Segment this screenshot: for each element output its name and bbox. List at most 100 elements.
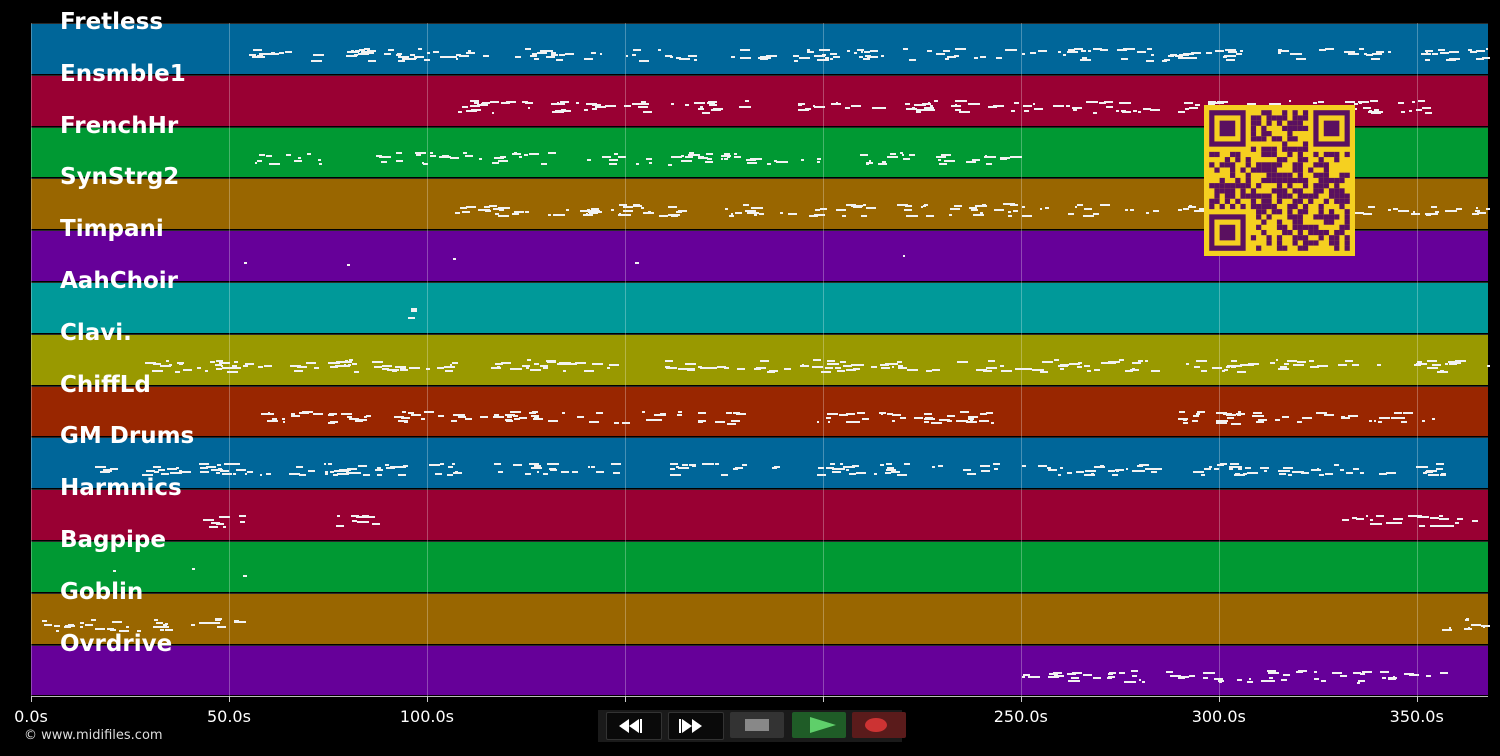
note — [458, 111, 463, 114]
note — [423, 411, 434, 414]
note — [587, 158, 591, 161]
note — [336, 515, 340, 518]
note — [513, 211, 525, 214]
note — [767, 163, 772, 166]
note — [1309, 359, 1315, 362]
note — [216, 471, 221, 474]
note — [1219, 463, 1227, 466]
note — [252, 55, 257, 58]
note — [1021, 464, 1027, 467]
note — [256, 160, 263, 163]
note — [383, 53, 391, 56]
note — [153, 625, 161, 628]
note — [611, 463, 621, 466]
note — [490, 101, 499, 104]
note — [442, 154, 450, 157]
note — [1368, 205, 1376, 208]
note — [1142, 681, 1146, 684]
note — [926, 49, 932, 52]
note — [1440, 472, 1447, 475]
time-axis — [31, 696, 1488, 697]
note — [1132, 675, 1137, 678]
note — [591, 465, 595, 468]
record-icon — [865, 718, 887, 732]
note — [714, 462, 719, 465]
note — [1223, 369, 1228, 372]
note — [1248, 363, 1260, 366]
note — [200, 470, 209, 473]
play-button[interactable] — [792, 712, 846, 738]
note — [324, 463, 327, 466]
note — [423, 162, 429, 165]
note — [1359, 48, 1365, 51]
note — [357, 520, 369, 523]
note — [430, 155, 436, 158]
note — [737, 368, 745, 371]
note — [739, 106, 748, 109]
note — [398, 473, 406, 476]
note — [645, 419, 658, 422]
note — [366, 52, 375, 54]
note — [1230, 359, 1238, 362]
note — [1416, 465, 1428, 468]
note — [1059, 367, 1064, 370]
note — [882, 161, 887, 164]
fast-forward-button[interactable] — [668, 712, 724, 740]
note — [586, 213, 589, 216]
note — [1084, 469, 1096, 472]
note — [546, 361, 557, 364]
note — [80, 621, 84, 624]
note — [56, 629, 59, 632]
note — [733, 153, 737, 156]
note — [1370, 518, 1373, 521]
note — [908, 154, 916, 157]
note — [1060, 467, 1063, 470]
note — [553, 213, 566, 216]
note — [518, 155, 523, 158]
note — [343, 364, 346, 367]
note — [1075, 471, 1085, 474]
note — [1164, 59, 1170, 62]
note — [461, 210, 470, 213]
note — [748, 211, 759, 214]
note — [1353, 672, 1362, 675]
note — [462, 106, 469, 109]
note — [726, 422, 737, 425]
note — [389, 465, 399, 468]
note — [1422, 419, 1425, 422]
note — [1186, 52, 1190, 55]
note — [352, 362, 358, 365]
note — [1316, 412, 1327, 415]
note — [1252, 414, 1264, 417]
note — [529, 55, 538, 58]
note — [864, 54, 872, 57]
note — [980, 55, 986, 58]
note — [430, 152, 433, 155]
note — [1362, 671, 1373, 674]
note — [439, 462, 445, 465]
note — [450, 420, 458, 423]
note — [1425, 675, 1431, 678]
note — [453, 414, 465, 417]
note — [562, 109, 572, 112]
note — [499, 155, 506, 158]
note — [324, 473, 329, 476]
note — [1090, 472, 1095, 475]
note — [278, 52, 284, 55]
note — [1222, 56, 1228, 59]
note — [742, 203, 750, 206]
rewind-button[interactable] — [606, 712, 662, 740]
track-label: GM Drums — [60, 423, 195, 450]
note — [1282, 673, 1291, 676]
note — [774, 466, 780, 469]
note — [418, 48, 422, 51]
note — [1229, 467, 1234, 470]
record-button[interactable] — [852, 712, 906, 738]
stop-button[interactable] — [730, 712, 784, 738]
note — [982, 369, 993, 372]
note — [242, 575, 247, 578]
note — [700, 367, 712, 370]
note — [165, 360, 169, 362]
note — [174, 370, 181, 373]
note — [881, 55, 884, 58]
